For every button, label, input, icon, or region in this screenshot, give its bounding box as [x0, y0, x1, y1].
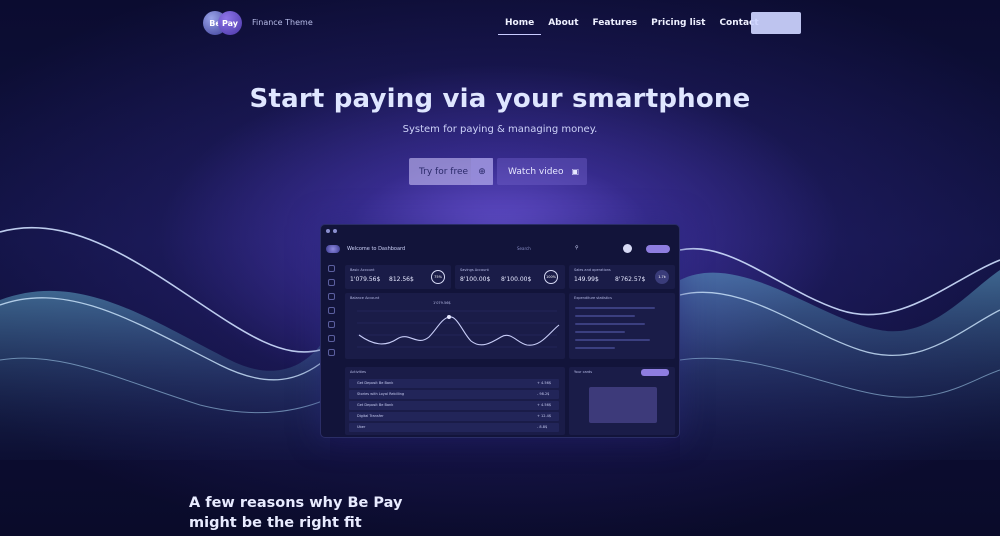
sidebar-icon: [328, 335, 335, 342]
your-cards-card: Your cards: [569, 367, 675, 435]
dashboard-logo: [326, 245, 340, 253]
add-card-button: [641, 369, 669, 376]
expenditure-card: Expenditure statistics: [569, 293, 675, 359]
stat-card-value: 8'100.00$: [460, 276, 491, 283]
activity-name: Get Deposit Be Bank: [357, 403, 394, 407]
top-navigation: Be Pay Finance Theme Home About Features…: [0, 0, 1000, 46]
sidebar-icon: [328, 321, 335, 328]
dashboard-sidebar: [325, 265, 339, 363]
sidebar-icon: [328, 307, 335, 314]
dashboard-upgrade-button: [646, 245, 670, 253]
activity-amount: + 12.4$: [537, 414, 552, 418]
stat-card-value: 1'079.56$: [350, 276, 381, 283]
expenditure-bar: [575, 331, 625, 333]
activity-amount: + 4.56$: [537, 381, 552, 385]
nav-cta-button[interactable]: [751, 12, 801, 34]
stat-card-value: 812.56$: [389, 276, 414, 283]
dashboard-preview: Welcome to Dashboard Search ⚲ Basic Acco…: [320, 224, 680, 438]
nav-item-features[interactable]: Features: [586, 17, 645, 35]
avatar: [623, 244, 632, 253]
watch-video-button[interactable]: Watch video ▣: [497, 158, 587, 185]
window-dot: [333, 228, 337, 233]
try-for-free-button[interactable]: Try for free ⊕: [409, 158, 493, 185]
your-cards-title: Your cards: [574, 370, 593, 374]
stat-card-savings: Savings Account 8'100.00$ 8'100.00$ 100%: [455, 265, 565, 289]
activity-name: Get Deposit Be Bank: [357, 381, 394, 385]
activity-amount: + 4.56$: [537, 403, 552, 407]
stat-card-value: 8'762.57$: [615, 276, 646, 283]
dashboard-welcome: Welcome to Dashboard: [347, 246, 406, 252]
stat-card-label: Savings Account: [460, 268, 489, 272]
activity-row: Uber - 8.8$: [349, 423, 559, 432]
stat-card-ring: 75%: [431, 270, 445, 284]
activity-row: Stories with Loyal Rebilling - 98.2$: [349, 390, 559, 399]
logo-circle-right: Pay: [218, 11, 242, 35]
sidebar-icon: [328, 293, 335, 300]
dashboard-search-label: Search: [517, 246, 531, 251]
activities-title: Activities: [350, 370, 366, 374]
sidebar-icon: [328, 349, 335, 356]
activity-name: Digital Transfer: [357, 414, 384, 418]
brand-subtitle: Finance Theme: [252, 18, 313, 27]
balance-chart-card: Balance Account 1'079.56$: [345, 293, 565, 359]
sidebar-icon: [328, 279, 335, 286]
activity-amount: - 8.8$: [537, 425, 548, 429]
balance-line-chart: [357, 310, 560, 348]
balance-line: [358, 316, 560, 346]
dashboard-header: Welcome to Dashboard Search ⚲: [321, 238, 679, 260]
balance-peak-label: 1'079.56$: [433, 301, 451, 305]
activity-row: Digital Transfer + 12.4$: [349, 412, 559, 421]
window-controls: [321, 225, 679, 236]
stat-card-value: 8'100.00$: [501, 276, 532, 283]
window-dot: [326, 228, 330, 233]
stat-card-value: 149.99$: [574, 276, 599, 283]
nav-item-about[interactable]: About: [541, 17, 585, 35]
search-icon: ⚲: [575, 245, 579, 251]
watch-video-label: Watch video: [508, 166, 564, 177]
bank-card: [589, 387, 657, 423]
reasons-heading: A few reasons why Be Pay might be the ri…: [189, 493, 402, 533]
activity-name: Uber: [357, 425, 366, 429]
stat-card-ring: 100%: [544, 270, 558, 284]
activity-row: Get Deposit Be Bank + 4.56$: [349, 379, 559, 388]
reasons-line-2: might be the right fit: [189, 515, 362, 531]
expenditure-bar: [575, 339, 650, 341]
expenditure-bar: [575, 307, 655, 309]
nav-item-home[interactable]: Home: [498, 17, 542, 35]
expenditure-bar: [575, 315, 635, 317]
reasons-line-1: A few reasons why Be Pay: [189, 495, 403, 511]
stat-card-basic: Basic Account 1'079.56$ 812.56$ 75%: [345, 265, 451, 289]
expenditure-bar: [575, 323, 645, 325]
stat-card-label: Basic Account: [350, 268, 375, 272]
nav-item-pricing[interactable]: Pricing list: [644, 17, 712, 35]
stat-card-badge: 1.7k: [655, 270, 669, 284]
arrow-circle-icon: ⊕: [471, 158, 493, 185]
expenditure-title: Expenditure statistics: [574, 296, 612, 300]
video-icon: ▣: [571, 167, 579, 176]
balance-peak-point: [447, 315, 451, 319]
hero-subtitle: System for paying & managing money.: [402, 124, 598, 135]
stat-card-sales: Sales and operations 149.99$ 8'762.57$ 1…: [569, 265, 675, 289]
sidebar-icon: [328, 265, 335, 272]
activity-name: Stories with Loyal Rebilling: [357, 392, 405, 396]
balance-chart-title: Balance Account: [350, 296, 380, 300]
activities-card: Activities Get Deposit Be Bank + 4.56$ St…: [345, 367, 565, 435]
nav-menu: Home About Features Pricing list Contact: [498, 17, 766, 35]
stat-card-label: Sales and operations: [574, 268, 611, 272]
hero-title: Start paying via your smartphone: [249, 84, 751, 114]
expenditure-bar: [575, 347, 615, 349]
activity-amount: - 98.2$: [537, 392, 550, 396]
try-for-free-label: Try for free: [419, 166, 469, 177]
activity-row: Get Deposit Be Bank + 4.56$: [349, 401, 559, 410]
brand-logo[interactable]: Be Pay: [203, 11, 243, 37]
